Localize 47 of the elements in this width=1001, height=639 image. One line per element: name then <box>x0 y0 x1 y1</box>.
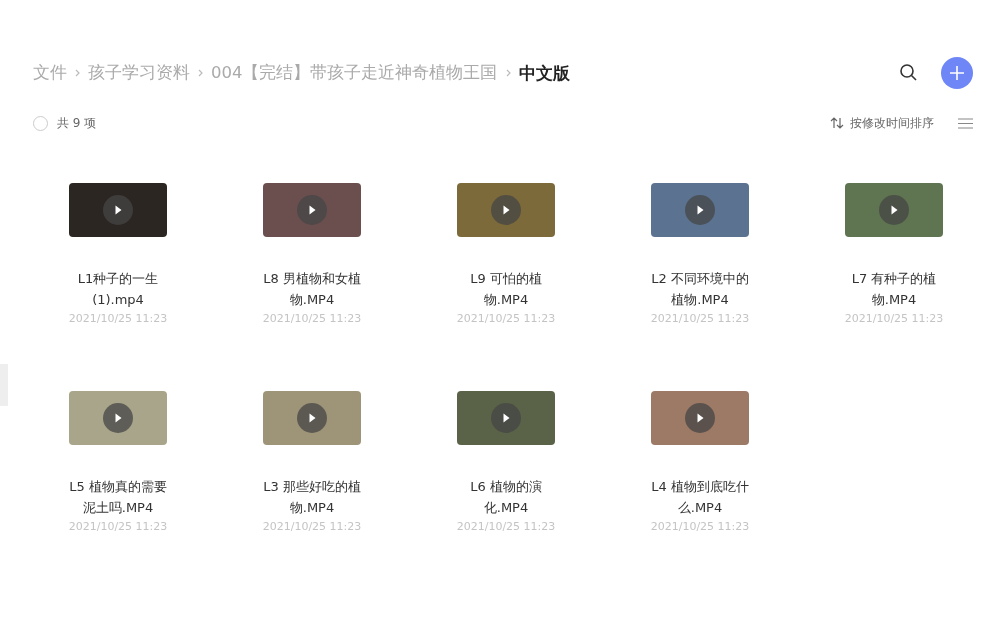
video-thumbnail[interactable] <box>651 183 749 237</box>
video-thumbnail[interactable] <box>651 391 749 445</box>
current-folder: 中文版 <box>518 61 570 85</box>
file-date: 2021/10/25 11:23 <box>456 520 556 533</box>
list-view-icon[interactable] <box>958 117 973 129</box>
play-icon <box>491 195 521 225</box>
video-thumbnail[interactable] <box>69 183 167 237</box>
chevron-icon <box>75 69 80 77</box>
file-date: 2021/10/25 11:23 <box>844 312 944 325</box>
file-date: 2021/10/25 11:23 <box>262 520 362 533</box>
file-date: 2021/10/25 11:23 <box>650 312 750 325</box>
file-date: 2021/10/25 11:23 <box>68 520 168 533</box>
play-icon <box>297 195 327 225</box>
file-name[interactable]: L1种子的一生 (1).mp4 <box>77 268 159 310</box>
select-all-checkbox[interactable] <box>33 115 48 131</box>
play-icon <box>103 403 133 433</box>
add-button[interactable] <box>941 57 973 89</box>
play-icon <box>685 195 715 225</box>
file-name[interactable]: L6 植物的演 化.MP4 <box>470 476 542 518</box>
file-name[interactable]: L2 不同环境中的 植物.MP4 <box>651 268 749 310</box>
video-thumbnail[interactable] <box>457 391 555 445</box>
item-count: 共 9 项 <box>57 114 97 132</box>
file-name[interactable]: L9 可怕的植 物.MP4 <box>470 268 542 310</box>
file-date: 2021/10/25 11:23 <box>68 312 168 325</box>
file-name[interactable]: L5 植物真的需要 泥土吗.MP4 <box>69 476 167 518</box>
video-thumbnail[interactable] <box>263 391 361 445</box>
sort-icon <box>830 117 844 129</box>
file-date: 2021/10/25 11:23 <box>650 520 750 533</box>
chevron-icon <box>505 69 511 77</box>
file-date: 2021/10/25 11:23 <box>456 312 556 325</box>
video-thumbnail[interactable] <box>845 183 943 237</box>
play-icon <box>297 403 327 433</box>
play-icon <box>879 195 909 225</box>
video-thumbnail[interactable] <box>457 183 555 237</box>
file-date: 2021/10/25 11:23 <box>262 312 362 325</box>
play-icon <box>103 195 133 225</box>
file-name[interactable]: L3 那些好吃的植 物.MP4 <box>263 476 361 518</box>
file-name[interactable]: L7 有种子的植 物.MP4 <box>851 268 937 310</box>
video-thumbnail[interactable] <box>263 183 361 237</box>
play-icon <box>685 403 715 433</box>
file-name[interactable]: L4 植物到底吃什 么.MP4 <box>651 476 749 518</box>
plus-icon <box>949 65 965 81</box>
file-name[interactable]: L8 男植物和女植 物.MP4 <box>263 268 361 310</box>
chevron-icon <box>198 69 203 77</box>
sort-button[interactable]: 按修改时间排序 <box>830 114 934 132</box>
play-icon <box>491 403 521 433</box>
video-thumbnail[interactable] <box>69 391 167 445</box>
